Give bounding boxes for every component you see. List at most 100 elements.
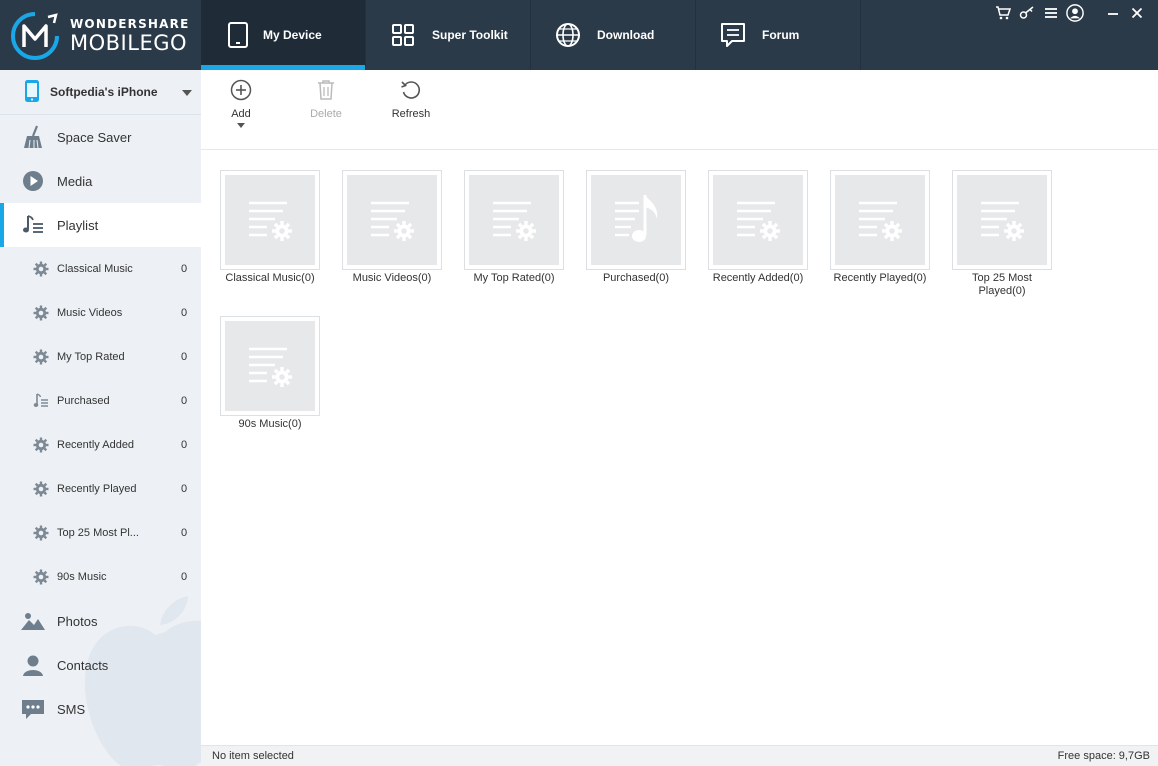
tab-label: Download bbox=[597, 28, 655, 42]
playlist-caption: 90s Music(0) bbox=[238, 418, 302, 430]
nav-label: Media bbox=[57, 173, 93, 189]
playlist-card-90s-music[interactable]: 90s Music(0) bbox=[220, 316, 320, 431]
tab-my-device[interactable]: My Device bbox=[201, 0, 366, 70]
globe-icon bbox=[553, 20, 583, 50]
main-tabs: My Device Super Toolkit Download Forum bbox=[201, 0, 861, 70]
playlist-item-90s-music[interactable]: 90s Music 0 bbox=[0, 555, 201, 599]
playlist-item-music-videos[interactable]: Music Videos 0 bbox=[0, 291, 201, 335]
trash-icon bbox=[314, 78, 338, 102]
gear-icon bbox=[32, 524, 50, 542]
playlist-caption: Purchased(0) bbox=[602, 272, 670, 284]
playlist-name: Purchased bbox=[57, 395, 110, 407]
gear-icon bbox=[32, 304, 50, 322]
toolbar: Add Delete Refresh bbox=[201, 70, 1158, 150]
window-controls bbox=[994, 4, 1146, 22]
nav-label: Space Saver bbox=[57, 129, 132, 145]
product-name: MOBILEGO bbox=[70, 31, 188, 55]
playlist-thumbnail bbox=[952, 170, 1052, 270]
menu-icon[interactable] bbox=[1042, 4, 1060, 22]
playlist-caption: My Top Rated(0) bbox=[473, 272, 555, 284]
refresh-label: Refresh bbox=[391, 108, 431, 120]
sidebar-item-media[interactable]: Media bbox=[0, 159, 201, 203]
tab-forum[interactable]: Forum bbox=[696, 0, 861, 70]
nav-label: Photos bbox=[57, 613, 98, 629]
key-icon[interactable] bbox=[1018, 4, 1036, 22]
playlist-count: 0 bbox=[181, 263, 188, 275]
playlist-item-classical-music[interactable]: Classical Music 0 bbox=[0, 247, 201, 291]
sidebar-item-contacts[interactable]: Contacts bbox=[0, 643, 201, 687]
gear-icon bbox=[32, 436, 50, 454]
playlist-card-my-top-rated[interactable]: My Top Rated(0) bbox=[464, 170, 564, 285]
photos-icon bbox=[20, 608, 46, 634]
smart-playlist-icon bbox=[249, 201, 292, 241]
playlist-card-music-videos[interactable]: Music Videos(0) bbox=[342, 170, 442, 285]
tab-label: Super Toolkit bbox=[432, 28, 508, 42]
device-name: Softpedia's iPhone bbox=[50, 85, 158, 99]
chevron-down-icon[interactable] bbox=[237, 123, 245, 128]
playlist-name: Top 25 Most Pl... bbox=[57, 527, 139, 539]
account-icon[interactable] bbox=[1066, 4, 1084, 22]
gear-icon bbox=[32, 348, 50, 366]
smart-playlist-icon bbox=[493, 201, 536, 241]
playlist-caption: Music Videos(0) bbox=[352, 272, 432, 284]
cart-icon[interactable] bbox=[994, 4, 1012, 22]
tablet-icon bbox=[223, 20, 253, 50]
playlist-name: Music Videos bbox=[57, 307, 123, 319]
tab-download[interactable]: Download bbox=[531, 0, 696, 70]
smart-playlist-icon bbox=[249, 347, 292, 387]
close-icon[interactable] bbox=[1128, 4, 1146, 22]
playlist-thumbnail bbox=[342, 170, 442, 270]
gear-icon bbox=[32, 568, 50, 586]
device-selector[interactable]: Softpedia's iPhone bbox=[0, 70, 201, 115]
mobilego-logo-icon bbox=[11, 12, 59, 60]
playlist-card-recently-added[interactable]: Recently Added(0) bbox=[708, 170, 808, 285]
smart-playlist-icon bbox=[737, 201, 780, 241]
tab-label: Forum bbox=[762, 28, 800, 42]
playlist-card-recently-played[interactable]: Recently Played(0) bbox=[830, 170, 930, 285]
playlist-item-purchased[interactable]: Purchased 0 bbox=[0, 379, 201, 423]
add-button[interactable]: Add bbox=[211, 78, 271, 148]
minimize-icon[interactable] bbox=[1104, 4, 1122, 22]
playlist-icon bbox=[20, 212, 46, 238]
playlist-icon bbox=[32, 392, 50, 410]
nav-label: Playlist bbox=[57, 217, 99, 233]
tab-super-toolkit[interactable]: Super Toolkit bbox=[366, 0, 531, 70]
play-icon bbox=[20, 168, 46, 194]
delete-button[interactable]: Delete bbox=[296, 78, 356, 148]
nav-label: Contacts bbox=[57, 657, 109, 673]
playlist-count: 0 bbox=[181, 483, 188, 495]
delete-label: Delete bbox=[310, 108, 342, 120]
nav-label: SMS bbox=[57, 701, 86, 717]
refresh-button[interactable]: Refresh bbox=[381, 78, 441, 148]
brand-name: WONDERSHARE bbox=[70, 17, 190, 31]
playlist-name: Recently Added bbox=[57, 439, 135, 451]
chat-icon bbox=[718, 20, 748, 50]
playlist-card-classical-music[interactable]: Classical Music(0) bbox=[220, 170, 320, 285]
sidebar-item-playlist[interactable]: Playlist bbox=[0, 203, 201, 247]
playlist-thumbnail bbox=[464, 170, 564, 270]
playlist-item-recently-added[interactable]: Recently Added 0 bbox=[0, 423, 201, 467]
music-playlist-icon bbox=[615, 195, 658, 242]
playlist-item-top-25-most-played[interactable]: Top 25 Most Pl... 0 bbox=[0, 511, 201, 555]
playlist-thumbnail bbox=[830, 170, 930, 270]
playlist-card-purchased[interactable]: Purchased(0) bbox=[586, 170, 686, 285]
playlist-name: Recently Played bbox=[57, 483, 137, 495]
add-label: Add bbox=[231, 108, 251, 120]
playlist-item-recently-played[interactable]: Recently Played 0 bbox=[0, 467, 201, 511]
playlist-caption: Recently Added(0) bbox=[712, 272, 804, 284]
sidebar-item-space-saver[interactable]: Space Saver bbox=[0, 115, 201, 159]
playlist-thumbnail bbox=[220, 316, 320, 416]
add-circle-icon bbox=[229, 78, 253, 102]
app-logo: WONDERSHARE MOBILEGO bbox=[0, 0, 201, 70]
playlist-caption: Recently Played(0) bbox=[833, 272, 927, 284]
smart-playlist-icon bbox=[371, 201, 414, 241]
playlist-card-top-25-most-played[interactable]: Top 25 Most Played(0) bbox=[952, 170, 1052, 298]
sidebar-item-photos[interactable]: Photos bbox=[0, 599, 201, 643]
tab-label: My Device bbox=[263, 28, 322, 42]
playlist-count: 0 bbox=[181, 307, 188, 319]
sidebar-item-sms[interactable]: SMS bbox=[0, 687, 201, 731]
playlist-name: Classical Music bbox=[57, 263, 133, 275]
playlist-caption: Top 25 Most Played(0) bbox=[972, 272, 1032, 297]
playlist-name: 90s Music bbox=[57, 571, 107, 583]
playlist-item-my-top-rated[interactable]: My Top Rated 0 bbox=[0, 335, 201, 379]
